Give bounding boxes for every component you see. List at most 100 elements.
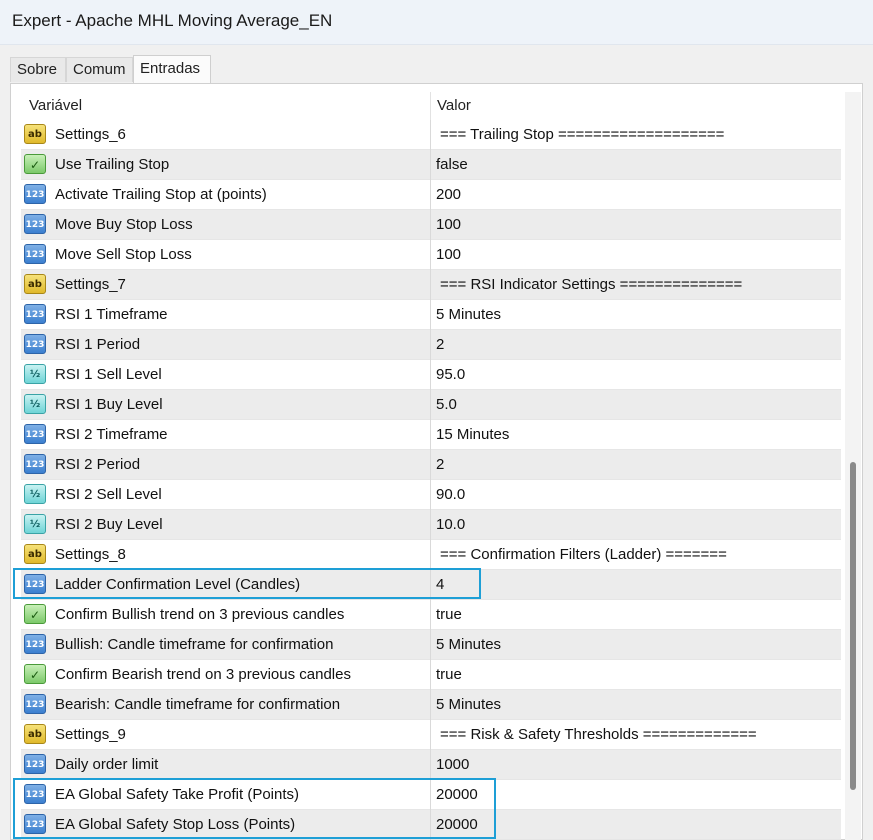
variable-value[interactable]: === Risk & Safety Thresholds ===========… <box>440 726 757 743</box>
variable-value[interactable]: === Trailing Stop =================== <box>440 126 724 143</box>
integer-icon: 123 <box>24 634 46 654</box>
tab-entradas[interactable]: Entradas <box>133 55 211 83</box>
variable-value[interactable]: 200 <box>436 186 461 203</box>
variable-name: Bullish: Candle timeframe for confirmati… <box>55 636 334 653</box>
table-row[interactable]: 123 Bearish: Candle timeframe for confirm… <box>21 690 841 720</box>
variable-name: Confirm Bearish trend on 3 previous cand… <box>55 666 351 683</box>
table-row[interactable]: ✓ Confirm Bullish trend on 3 previous can… <box>21 600 841 630</box>
table-row[interactable]: ✓ Use Trailing Stop false <box>21 150 841 180</box>
column-divider <box>430 480 431 510</box>
variable-name: RSI 1 Buy Level <box>55 396 163 413</box>
variable-value[interactable]: 5 Minutes <box>436 306 501 323</box>
table-row[interactable]: ab Settings_8 === Confirmation Filters (La… <box>21 540 841 570</box>
integer-icon: 123 <box>24 694 46 714</box>
tab-sobre[interactable]: Sobre <box>10 57 66 82</box>
variable-value[interactable]: === Confirmation Filters (Ladder) ======… <box>440 546 727 563</box>
variable-name: RSI 1 Timeframe <box>55 306 168 323</box>
variable-name: RSI 2 Buy Level <box>55 516 163 533</box>
scrollbar-thumb[interactable] <box>850 462 856 790</box>
column-divider <box>430 210 431 240</box>
vertical-scrollbar[interactable] <box>845 92 861 840</box>
column-divider <box>430 390 431 420</box>
integer-icon: 123 <box>24 184 46 204</box>
variable-name: Daily order limit <box>55 756 159 773</box>
column-divider <box>430 750 431 780</box>
table-row[interactable]: 123 RSI 1 Timeframe 5 Minutes <box>21 300 841 330</box>
variable-value[interactable]: 1000 <box>436 756 469 773</box>
variable-name: RSI 2 Period <box>55 456 141 473</box>
table-row[interactable]: 123 RSI 2 Timeframe 15 Minutes <box>21 420 841 450</box>
variable-name: Move Buy Stop Loss <box>55 216 193 233</box>
table-row[interactable]: 123 Daily order limit 1000 <box>21 750 841 780</box>
bool-icon: ✓ <box>24 604 46 624</box>
variable-value[interactable]: false <box>436 156 468 173</box>
bool-icon: ✓ <box>24 154 46 174</box>
table-row[interactable]: 123 Move Buy Stop Loss 100 <box>21 210 841 240</box>
variable-value[interactable]: 95.0 <box>436 366 465 383</box>
table-row[interactable]: ab Settings_6 === Trailing Stop ==========… <box>21 120 841 150</box>
table-row[interactable]: ½ RSI 2 Sell Level 90.0 <box>21 480 841 510</box>
string-icon: ab <box>24 124 46 144</box>
column-divider <box>430 150 431 180</box>
variable-value[interactable]: 5 Minutes <box>436 696 501 713</box>
column-divider <box>430 270 431 300</box>
variable-value[interactable]: 10.0 <box>436 516 465 533</box>
variable-value[interactable]: 15 Minutes <box>436 426 509 443</box>
column-divider <box>430 630 431 660</box>
column-header-value[interactable]: Valor <box>437 97 471 114</box>
variable-value[interactable]: true <box>436 666 462 683</box>
variable-value[interactable]: 5.0 <box>436 396 457 413</box>
column-divider <box>430 360 431 390</box>
expert-properties-window: Expert - Apache MHL Moving Average_EN So… <box>0 0 873 840</box>
column-divider <box>430 180 431 210</box>
table-row[interactable]: ab Settings_7 === RSI Indicator Settings =… <box>21 270 841 300</box>
column-divider <box>430 660 431 690</box>
column-divider <box>430 120 431 150</box>
table-row[interactable]: 123 Move Sell Stop Loss 100 <box>21 240 841 270</box>
variable-name: Confirm Bullish trend on 3 previous cand… <box>55 606 345 623</box>
column-separator[interactable] <box>430 92 431 120</box>
column-divider <box>430 720 431 750</box>
variable-value[interactable]: 2 <box>436 336 444 353</box>
integer-icon: 123 <box>24 454 46 474</box>
table-row[interactable]: ½ RSI 1 Buy Level 5.0 <box>21 390 841 420</box>
table-row[interactable]: 123 RSI 2 Period 2 <box>21 450 841 480</box>
table-row[interactable]: ½ RSI 1 Sell Level 95.0 <box>21 360 841 390</box>
string-icon: ab <box>24 724 46 744</box>
variable-name: Settings_8 <box>55 546 126 563</box>
variable-value[interactable]: 90.0 <box>436 486 465 503</box>
column-header-variable[interactable]: Variável <box>29 97 82 114</box>
variable-value[interactable]: === RSI Indicator Settings =============… <box>440 276 742 293</box>
string-icon: ab <box>24 274 46 294</box>
variable-name: Activate Trailing Stop at (points) <box>55 186 267 203</box>
variable-name: RSI 1 Period <box>55 336 141 353</box>
highlight-global-safety <box>13 778 496 839</box>
column-divider <box>430 540 431 570</box>
column-divider <box>430 300 431 330</box>
table-row[interactable]: 123 RSI 1 Period 2 <box>21 330 841 360</box>
variable-value[interactable]: 2 <box>436 456 444 473</box>
title-bar[interactable]: Expert - Apache MHL Moving Average_EN <box>0 0 873 45</box>
double-icon: ½ <box>24 394 46 414</box>
column-divider <box>430 330 431 360</box>
column-divider <box>430 420 431 450</box>
table-row[interactable]: ✓ Confirm Bearish trend on 3 previous can… <box>21 660 841 690</box>
table-row[interactable]: ½ RSI 2 Buy Level 10.0 <box>21 510 841 540</box>
variable-value[interactable]: 5 Minutes <box>436 636 501 653</box>
bool-icon: ✓ <box>24 664 46 684</box>
variable-value[interactable]: 100 <box>436 216 461 233</box>
variable-name: Settings_7 <box>55 276 126 293</box>
table-row[interactable]: 123 Bullish: Candle timeframe for confirm… <box>21 630 841 660</box>
variable-name: RSI 1 Sell Level <box>55 366 162 383</box>
variable-value[interactable]: true <box>436 606 462 623</box>
table-row[interactable]: ab Settings_9 === Risk & Safety Thresholds… <box>21 720 841 750</box>
variable-value[interactable]: 100 <box>436 246 461 263</box>
integer-icon: 123 <box>24 244 46 264</box>
column-divider <box>430 600 431 630</box>
tab-comum[interactable]: Comum <box>66 57 133 82</box>
double-icon: ½ <box>24 514 46 534</box>
variable-name: Settings_6 <box>55 126 126 143</box>
table-row[interactable]: 123 Activate Trailing Stop at (points) 200 <box>21 180 841 210</box>
variable-name: Move Sell Stop Loss <box>55 246 192 263</box>
column-divider <box>430 690 431 720</box>
